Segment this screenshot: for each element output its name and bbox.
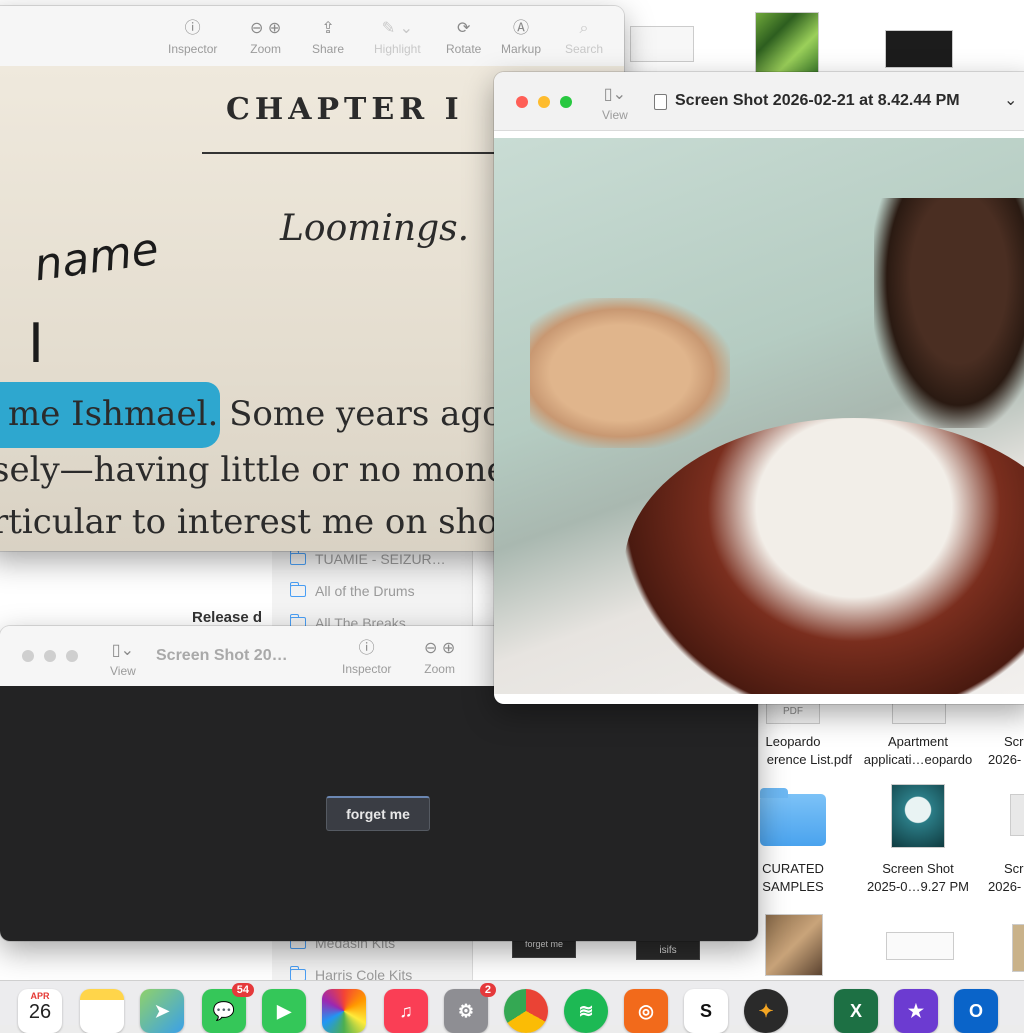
video-frame-image — [494, 138, 1024, 694]
file-thumbnail[interactable] — [1012, 924, 1024, 972]
sidebar-icon: ▯⌄ — [111, 642, 134, 659]
document-icon — [654, 94, 667, 110]
folder-item[interactable]: CURATED SAMPLES — [752, 788, 842, 898]
rotate-button[interactable]: ⟳ Rotate — [446, 20, 481, 56]
music-icon[interactable]: ♫ — [384, 989, 428, 1033]
rotate-icon: ⟳ — [456, 20, 471, 37]
dark-image-area: forget me — [0, 686, 758, 941]
chapter-heading: CHAPTER I — [226, 92, 464, 127]
notes-icon[interactable] — [80, 989, 124, 1033]
inspector-button[interactable]: ⓘ Inspector — [342, 640, 391, 676]
inspector-button[interactable]: ⓘ Inspector — [168, 20, 217, 56]
handwritten-note: name — [31, 223, 162, 292]
share-icon: ⇪ — [321, 20, 335, 37]
markup-button[interactable]: Ⓐ Markup — [501, 20, 541, 56]
sidebar-icon: ▯⌄ — [603, 86, 626, 103]
book-line-1: me Ishmael. Some years ago— — [8, 394, 537, 434]
imovie-icon[interactable]: ★ — [894, 989, 938, 1033]
window-title: Screen Shot 20… — [156, 647, 288, 664]
book-line-2: sely—having little or no money — [0, 450, 526, 490]
zoom-window-button[interactable] — [66, 650, 78, 662]
heading-rule — [202, 152, 502, 154]
file-item[interactable]: Scr 2026- — [986, 700, 1024, 770]
preview-window-front: ▯⌄ View Screen Shot 2026-02-21 at 8.42.44… — [494, 72, 1024, 704]
zoom-icons: ⊖ ⊕ — [424, 640, 456, 657]
folder-icon — [289, 582, 306, 597]
share-button[interactable]: ⇪ Share — [312, 20, 344, 56]
file-thumbnail — [891, 784, 945, 848]
excel-icon[interactable]: X — [834, 989, 878, 1033]
sidebar-item-folder[interactable]: All of the Drums — [289, 580, 415, 602]
view-button[interactable]: ▯⌄ View — [602, 86, 628, 122]
forget-me-button[interactable]: forget me — [326, 796, 430, 831]
calendar-icon[interactable]: APR 26 — [18, 989, 62, 1033]
file-item[interactable]: Scr 2026- — [986, 784, 1024, 898]
chapter-subtitle: Loomings. — [280, 208, 470, 249]
zoom-button[interactable]: ⊖ ⊕ Zoom — [250, 20, 281, 56]
app-icon-orange[interactable]: ◎ — [624, 989, 668, 1033]
chevron-down-icon[interactable]: ⌄ — [1004, 90, 1017, 110]
messages-badge: 54 — [231, 983, 254, 997]
highlighter-icon: ✎ ⌄ — [381, 20, 413, 37]
photos-icon[interactable] — [322, 989, 366, 1033]
file-thumbnail[interactable]: isifs — [636, 940, 700, 960]
info-icon: ⓘ — [184, 20, 201, 37]
dock: APR 26 ➤ 💬 54 ▶ ♫ ⚙ 2 ≋ ◎ S ✦ X ★ O — [0, 980, 1024, 1033]
zoom-button[interactable]: ⊖ ⊕ Zoom — [424, 640, 455, 676]
close-button[interactable] — [516, 96, 528, 108]
release-date-label: Release d — [192, 609, 263, 626]
person-shape — [874, 198, 1024, 428]
file-item[interactable]: Screen Shot 2025-0…9.27 PM — [862, 784, 974, 898]
minimize-button[interactable] — [44, 650, 56, 662]
fl-studio-icon[interactable]: ✦ — [744, 989, 788, 1033]
file-thumbnail[interactable] — [885, 30, 953, 68]
spotify-icon[interactable]: ≋ — [564, 989, 608, 1033]
search-button[interactable]: ⌕ Search — [565, 20, 603, 56]
highlight-button[interactable]: ✎ ⌄ Highlight — [374, 20, 421, 56]
file-item[interactable]: PDF Leopardo erence List.pdf — [760, 700, 860, 770]
file-item[interactable]: Apartment applicati…eopardo — [862, 700, 974, 770]
settings-badge: 2 — [479, 983, 496, 997]
file-thumbnail[interactable] — [755, 12, 819, 74]
file-thumbnail[interactable] — [886, 932, 954, 960]
book-line-3: rticular to interest me on sho — [0, 502, 498, 542]
zoom-window-button[interactable] — [560, 96, 572, 108]
app-icon-white[interactable]: S — [684, 989, 728, 1033]
folder-icon — [289, 550, 306, 565]
chrome-icon[interactable] — [504, 989, 548, 1033]
maps-icon[interactable]: ➤ — [140, 989, 184, 1033]
outlook-icon[interactable]: O — [954, 989, 998, 1033]
system-settings-icon[interactable]: ⚙ 2 — [444, 983, 496, 1033]
minimize-button[interactable] — [538, 96, 550, 108]
close-button[interactable] — [22, 650, 34, 662]
folder-icon — [760, 794, 826, 846]
file-thumbnail[interactable] — [630, 26, 694, 62]
sidebar-item-folder[interactable]: TUAMIE - SEIZUR… — [289, 548, 446, 570]
zoom-icons: ⊖ ⊕ — [250, 20, 282, 37]
markup-icon: Ⓐ — [513, 20, 530, 37]
file-thumbnail — [1010, 794, 1024, 836]
facetime-icon[interactable]: ▶ — [262, 989, 306, 1033]
hand-shape — [530, 298, 730, 448]
file-thumbnail[interactable] — [765, 914, 823, 976]
messages-icon[interactable]: 💬 54 — [202, 983, 254, 1033]
info-icon: ⓘ — [358, 640, 375, 657]
search-icon: ⌕ — [579, 20, 589, 37]
window-title: Screen Shot 2026-02-21 at 8.42.44 PM — [675, 92, 960, 109]
handwritten-mark: I — [28, 312, 44, 375]
guitar-shape — [624, 418, 1024, 694]
view-button[interactable]: ▯⌄ View — [110, 642, 136, 678]
